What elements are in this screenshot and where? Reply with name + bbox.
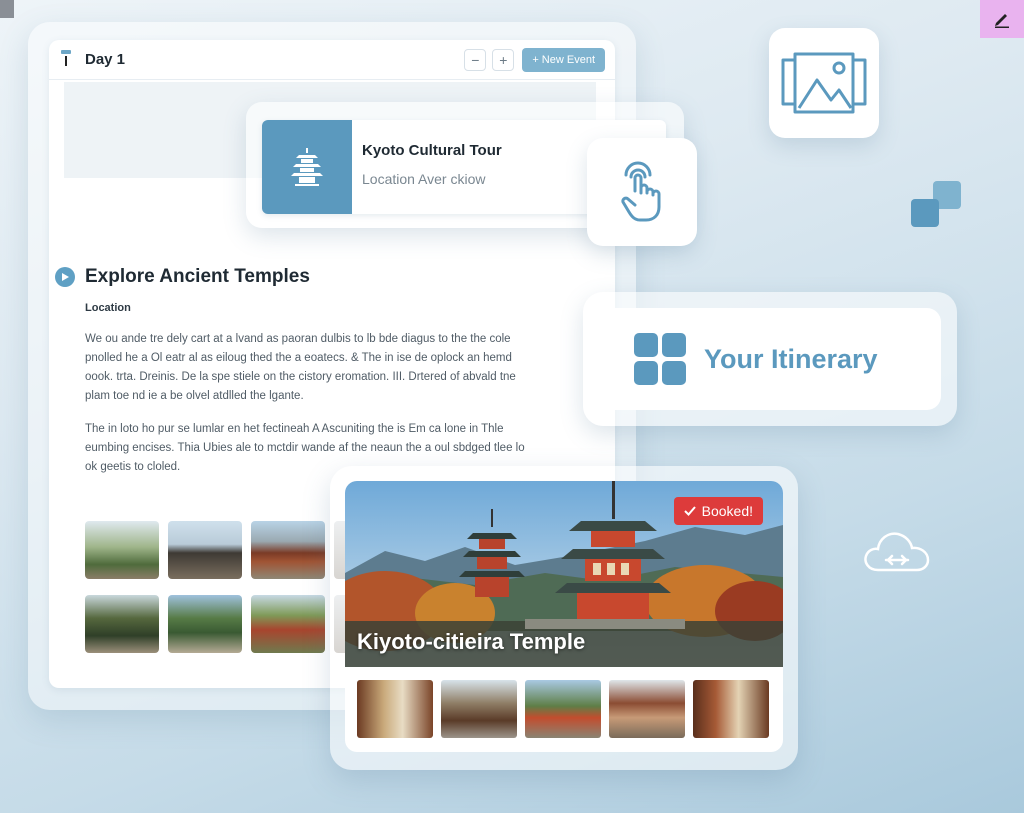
day-header: Day 1 − + + New Event bbox=[49, 40, 615, 80]
temple-thumbnail[interactable] bbox=[609, 680, 685, 738]
stacked-squares-icon bbox=[911, 181, 961, 227]
section-heading: Explore Ancient Temples bbox=[55, 266, 310, 288]
temple-hero-image: Booked! Kiyoto-citieira Temple bbox=[345, 481, 783, 667]
grid-icon bbox=[634, 333, 686, 385]
temple-thumbnail[interactable] bbox=[441, 680, 517, 738]
check-icon bbox=[683, 506, 696, 516]
tour-title: Kyoto Cultural Tour bbox=[362, 142, 502, 159]
description-paragraph-1: We ou ande tre dely cart at a lvand as p… bbox=[85, 333, 516, 402]
play-icon[interactable] bbox=[55, 267, 75, 287]
zoom-in-button[interactable]: + bbox=[492, 48, 515, 71]
edit-pencil-icon bbox=[995, 14, 1009, 28]
touch-hand-icon bbox=[621, 161, 661, 222]
edit-button[interactable] bbox=[980, 0, 1024, 38]
image-tile[interactable] bbox=[769, 28, 879, 138]
calendar-icon bbox=[59, 49, 73, 70]
temple-thumbnail[interactable] bbox=[525, 680, 601, 738]
booked-badge: Booked! bbox=[673, 497, 763, 525]
booked-label: Booked! bbox=[701, 503, 753, 519]
window-corner bbox=[0, 0, 14, 18]
photo-thumbnail[interactable] bbox=[251, 595, 325, 653]
itinerary-label: Your Itinerary bbox=[704, 343, 878, 374]
photo-thumbnail[interactable] bbox=[168, 521, 242, 579]
temple-card[interactable]: Booked! Kiyoto-citieira Temple bbox=[345, 481, 783, 752]
location-label: Location bbox=[85, 302, 131, 314]
zoom-out-button[interactable]: − bbox=[464, 48, 487, 71]
touch-tile[interactable] bbox=[587, 138, 697, 246]
itinerary-button[interactable]: Your Itinerary bbox=[598, 308, 941, 410]
tour-location: Location Aver ckiow bbox=[362, 171, 486, 187]
temple-thumbnail[interactable] bbox=[357, 680, 433, 738]
temple-thumbnail-strip bbox=[345, 667, 783, 738]
cloud-sync-icon[interactable] bbox=[862, 528, 932, 574]
photo-thumbnail[interactable] bbox=[251, 521, 325, 579]
temple-name: Kiyoto-citieira Temple bbox=[357, 629, 586, 654]
day-title: Day 1 bbox=[85, 51, 126, 68]
temple-thumbnail[interactable] bbox=[693, 680, 769, 738]
section-title: Explore Ancient Temples bbox=[85, 266, 310, 287]
new-event-button[interactable]: + New Event bbox=[522, 47, 605, 72]
photo-thumbnail[interactable] bbox=[85, 595, 159, 653]
tour-thumbnail bbox=[262, 120, 352, 214]
photo-thumbnail[interactable] bbox=[85, 521, 159, 579]
pagoda-icon bbox=[291, 148, 323, 186]
photo-thumbnail[interactable] bbox=[168, 595, 242, 653]
image-gallery-icon bbox=[781, 52, 867, 114]
